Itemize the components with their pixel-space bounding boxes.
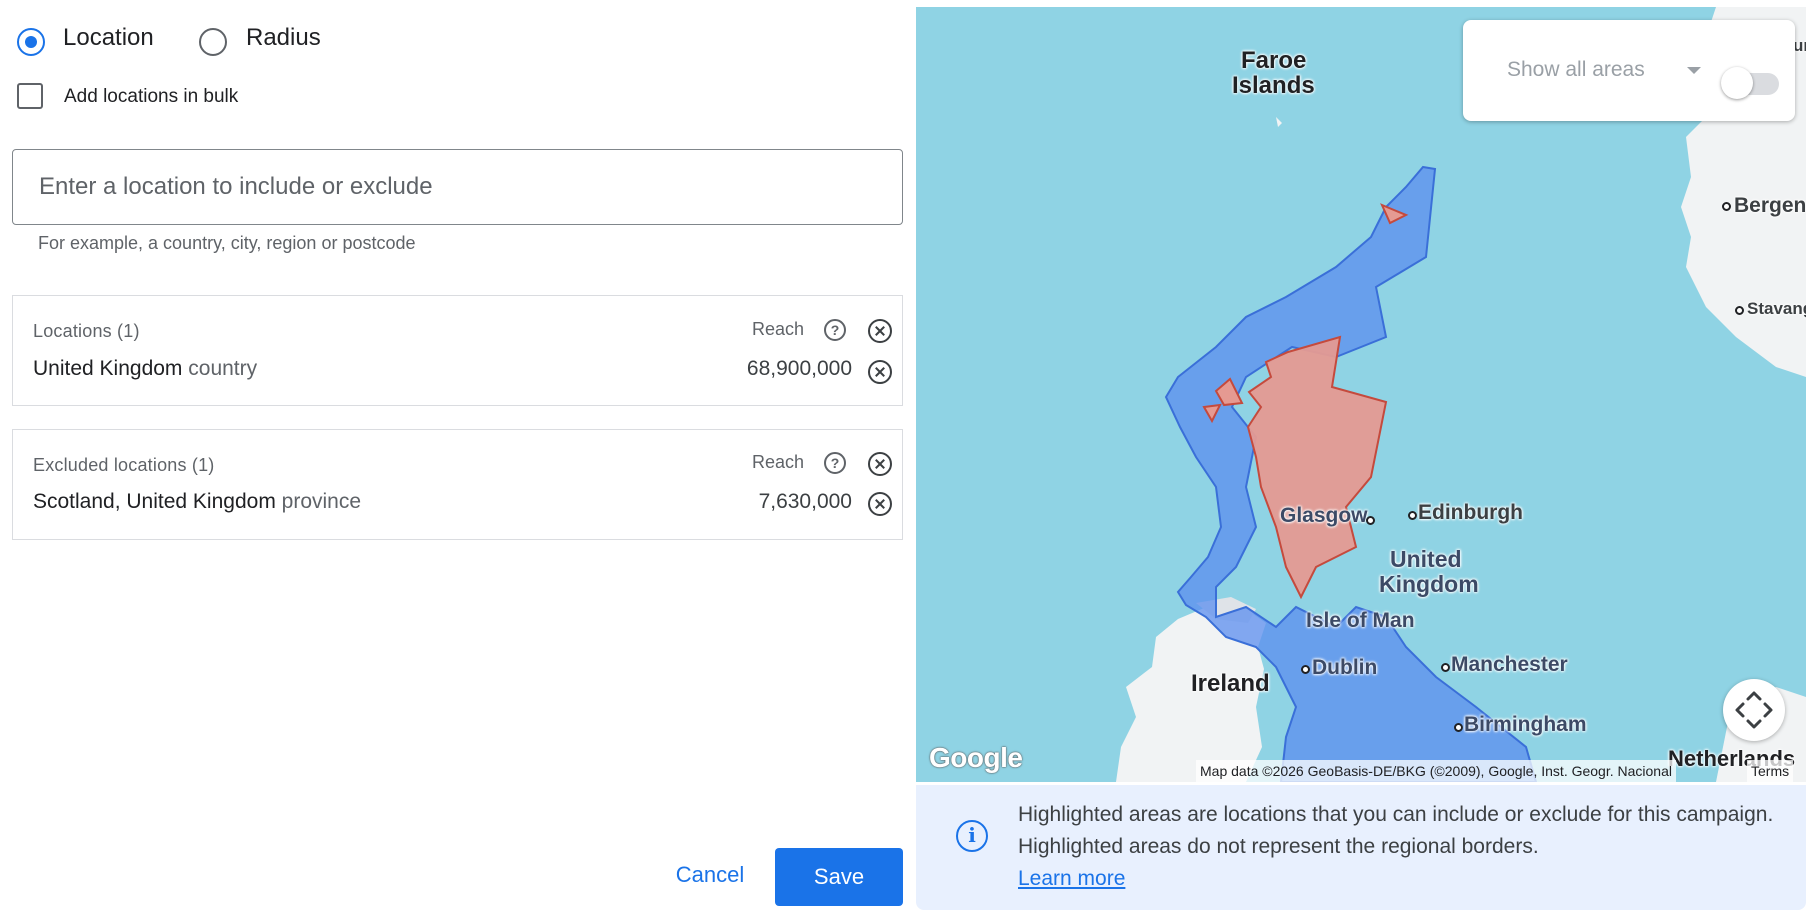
info-banner: i Highlighted areas are locations that y…: [916, 785, 1806, 910]
map-recenter-button[interactable]: [1723, 679, 1785, 741]
locations-card-title: Locations (1): [33, 321, 140, 341]
help-circle-icon[interactable]: ?: [824, 452, 846, 474]
cancel-button[interactable]: Cancel: [660, 847, 760, 903]
info-icon: i: [956, 820, 988, 852]
faroe-land: [1276, 117, 1282, 127]
bulk-checkbox-label[interactable]: Add locations in bulk: [64, 86, 238, 108]
map-label-isle-of-man: Isle of Man: [1306, 609, 1415, 632]
info-text: Highlighted areas are locations that you…: [1018, 803, 1774, 858]
search-helper-text: For example, a country, city, region or …: [38, 233, 416, 253]
location-radio[interactable]: [17, 28, 45, 56]
map-view[interactable]: Faroe Islands Bergen Stavang ur Glasgow …: [916, 7, 1806, 782]
map-label-manchester: Manchester: [1451, 653, 1568, 676]
edinburgh-dot: [1408, 511, 1417, 520]
locations-card: Locations (1) Reach ? United Kingdom cou…: [12, 295, 903, 406]
excluded-card-title: Excluded locations (1): [33, 455, 215, 475]
stavanger-dot: [1735, 306, 1744, 315]
remove-location-icon[interactable]: [868, 360, 892, 384]
move-arrows-icon: [1735, 691, 1773, 729]
map-label-bergen: Bergen: [1734, 194, 1806, 217]
dropdown-caret-icon[interactable]: [1687, 67, 1701, 74]
info-text-block: Highlighted areas are locations that you…: [1018, 799, 1788, 895]
bulk-checkbox[interactable]: [17, 83, 43, 109]
map-label-glasgow: Glasgow: [1280, 504, 1368, 527]
map-attribution: Map data ©2026 GeoBasis-DE/BKG (©2009), …: [1196, 760, 1676, 782]
map-label-united: United: [1390, 546, 1462, 572]
map-label-kingdom: Kingdom: [1379, 571, 1479, 597]
save-button[interactable]: Save: [775, 848, 903, 906]
radius-radio[interactable]: [199, 28, 227, 56]
location-reach-value: 68,900,000: [746, 357, 852, 380]
toggle-knob: [1721, 67, 1753, 99]
show-all-areas-toggle[interactable]: [1721, 67, 1779, 99]
bergen-dot: [1722, 202, 1731, 211]
excluded-locations-card: Excluded locations (1) Reach ? Scotland,…: [12, 429, 903, 540]
location-item-name: United Kingdom country: [33, 357, 257, 381]
clear-all-locations-icon[interactable]: [868, 319, 892, 343]
map-label-ireland: Ireland: [1191, 670, 1270, 697]
map-label-faroe: Faroe: [1241, 47, 1307, 74]
location-search-field[interactable]: [12, 149, 903, 225]
learn-more-link[interactable]: Learn more: [1018, 867, 1125, 890]
clear-all-excluded-icon[interactable]: [868, 452, 892, 476]
dublin-dot: [1301, 665, 1310, 674]
glasgow-dot: [1366, 516, 1375, 525]
excluded-location-type: province: [281, 490, 362, 513]
reach-label: Reach: [752, 452, 805, 472]
show-all-areas-panel: Show all areas: [1463, 20, 1795, 121]
manchester-dot: [1441, 663, 1450, 672]
location-name: United Kingdom: [33, 357, 183, 380]
location-type: country: [188, 357, 258, 380]
excluded-location-name: Scotland, United Kingdom: [33, 490, 276, 513]
birmingham-dot: [1454, 723, 1463, 732]
map-label-islands: Islands: [1232, 72, 1315, 99]
show-all-areas-dropdown[interactable]: Show all areas: [1507, 58, 1645, 82]
radius-radio-label[interactable]: Radius: [246, 24, 321, 52]
google-logo: Google: [929, 742, 1023, 773]
map-terms-link[interactable]: Terms: [1747, 760, 1794, 782]
map-label-edinburgh: Edinburgh: [1418, 501, 1523, 524]
map-label-dublin: Dublin: [1312, 656, 1378, 679]
reach-label: Reach: [752, 319, 805, 339]
remove-excluded-location-icon[interactable]: [868, 492, 892, 516]
location-search-input[interactable]: [13, 150, 902, 224]
map-label-birmingham: Birmingham: [1464, 713, 1587, 736]
scotland-excluded-area: [1246, 335, 1388, 600]
excluded-reach-value: 7,630,000: [758, 490, 852, 513]
location-radio-label[interactable]: Location: [63, 24, 154, 52]
help-circle-icon[interactable]: ?: [824, 319, 846, 341]
map-label-stavanger: Stavang: [1747, 299, 1806, 318]
excluded-item-name: Scotland, United Kingdom province: [33, 490, 361, 514]
